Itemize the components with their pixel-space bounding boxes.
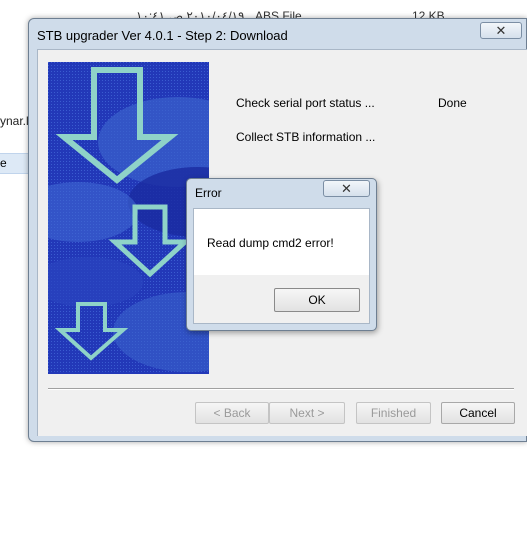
dialog-message-area: Read dump cmd2 error! bbox=[194, 209, 369, 275]
ok-button[interactable]: OK bbox=[274, 288, 360, 312]
back-button[interactable]: < Back bbox=[195, 402, 269, 424]
banner-illustration bbox=[48, 62, 209, 374]
window-title: STB upgrader Ver 4.0.1 - Step 2: Downloa… bbox=[37, 28, 288, 43]
download-arrows-graphic bbox=[48, 62, 209, 374]
background-file-name[interactable]: ynar.l bbox=[0, 114, 29, 128]
error-dialog: Error ✕ Read dump cmd2 error! OK bbox=[186, 178, 377, 331]
dialog-close-button[interactable]: ✕ bbox=[323, 180, 370, 197]
dialog-message: Read dump cmd2 error! bbox=[207, 236, 334, 250]
step-collect-info-label: Collect STB information ... bbox=[236, 130, 376, 144]
background-selected-item[interactable]: e bbox=[0, 153, 30, 174]
finished-button[interactable]: Finished bbox=[356, 402, 431, 424]
close-icon: ✕ bbox=[341, 181, 352, 196]
next-button[interactable]: Next > bbox=[269, 402, 345, 424]
step-check-serial-status: Done bbox=[438, 96, 467, 110]
dialog-client-area: Read dump cmd2 error! OK bbox=[193, 208, 370, 324]
step-check-serial-label: Check serial port status ... bbox=[236, 96, 375, 110]
dialog-title: Error bbox=[195, 186, 222, 200]
close-icon: ✕ bbox=[495, 23, 507, 38]
window-close-button[interactable]: ✕ bbox=[480, 22, 522, 39]
background-selected-label: e bbox=[0, 156, 7, 170]
background-left-panel: ynar.l e bbox=[0, 0, 30, 546]
cancel-button[interactable]: Cancel bbox=[441, 402, 515, 424]
button-divider bbox=[48, 388, 514, 390]
